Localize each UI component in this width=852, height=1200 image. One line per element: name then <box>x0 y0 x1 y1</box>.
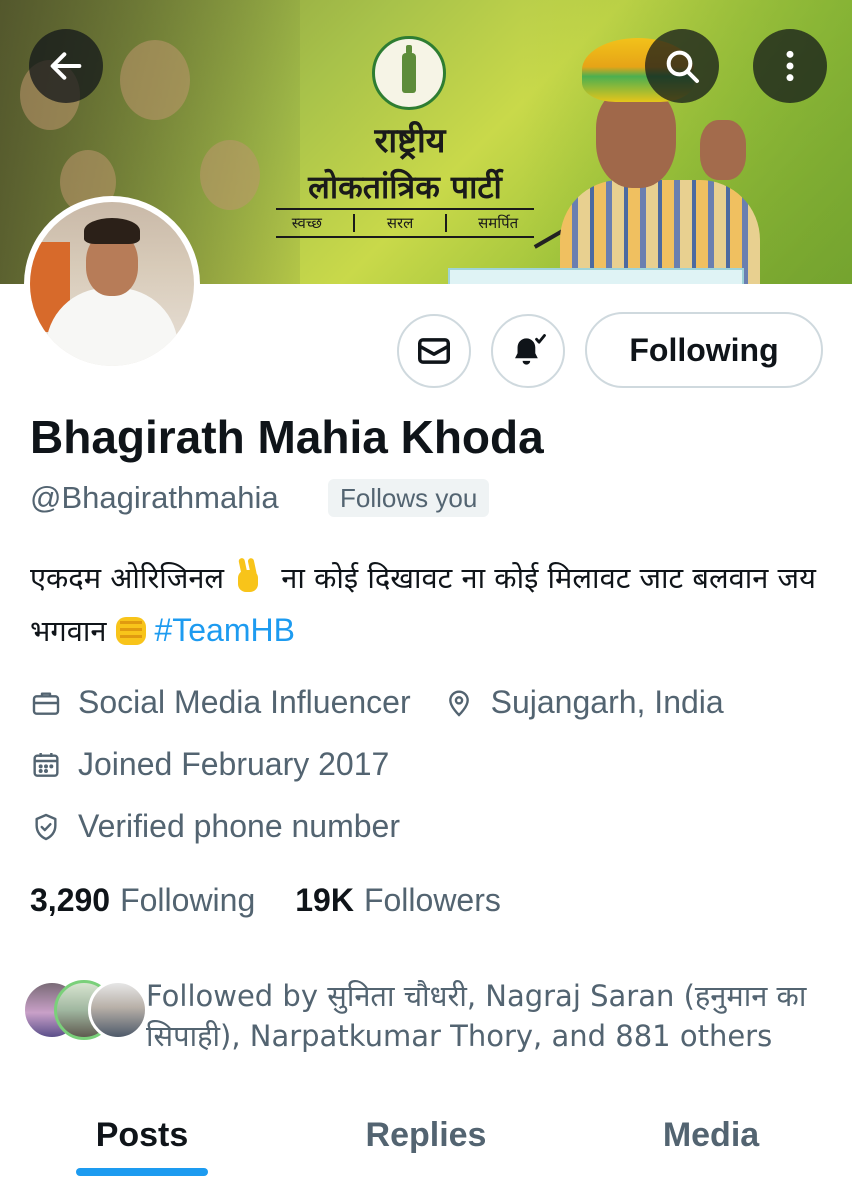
following-button[interactable]: Following <box>585 312 823 388</box>
followers-label: Followers <box>363 882 501 918</box>
avatar <box>88 980 148 1040</box>
followed-by-text[interactable]: Followed by सुनिता चौधरी, Nagraj Saran (… <box>146 976 826 1056</box>
arrow-left-icon <box>50 52 82 80</box>
tab-replies[interactable]: Replies <box>348 1090 504 1180</box>
search-icon <box>666 50 699 83</box>
raised-fist-emoji <box>112 611 148 647</box>
followers-count: 19K <box>295 882 354 918</box>
envelope-icon <box>418 338 450 364</box>
back-button[interactable] <box>29 29 103 103</box>
hashtag-link[interactable]: #TeamHB <box>154 612 295 648</box>
profile-display-name: Bhagirath Mahia Khoda <box>30 411 544 463</box>
notifications-button[interactable] <box>491 314 565 388</box>
profile-joined-date: Joined February 2017 <box>78 746 390 782</box>
party-tagline: स्वच्छ सरल समर्पित <box>276 208 534 238</box>
tab-label: Media <box>662 1115 760 1154</box>
profile-category: Social Media Influencer <box>78 684 411 720</box>
profile-location: Sujangarh, India <box>490 684 724 720</box>
more-vertical-icon <box>786 50 794 82</box>
party-name-line1: राष्ट्रीय <box>374 121 446 161</box>
victory-hand-emoji <box>230 558 266 594</box>
briefcase-icon <box>32 691 60 715</box>
tab-label: Posts <box>95 1115 189 1154</box>
profile-stats: 3,290 Following 19K Followers <box>30 882 541 919</box>
profile-tabs: Posts Replies Media <box>0 1090 852 1200</box>
active-tab-indicator <box>76 1168 208 1176</box>
tagline-word: स्वच्छ <box>291 214 322 232</box>
location-pin-icon <box>448 689 469 717</box>
bio-text: एकदम ओरिजिनल <box>30 561 225 595</box>
more-button[interactable] <box>753 29 827 103</box>
profile-avatar[interactable] <box>24 196 200 372</box>
profile-meta-row: Social Media Influencer Sujangarh, India <box>30 684 724 721</box>
follows-you-badge: Follows you <box>328 479 490 517</box>
verified-phone-label: Verified phone number <box>78 808 400 844</box>
followed-by-avatars[interactable] <box>22 980 148 1044</box>
tab-media[interactable]: Media <box>645 1090 777 1180</box>
calendar-icon <box>33 752 59 777</box>
following-label: Following <box>120 882 256 918</box>
message-button[interactable] <box>397 314 471 388</box>
profile-meta-row: Joined February 2017 <box>30 746 389 783</box>
party-logo <box>372 36 446 110</box>
tagline-word: सरल <box>386 214 414 232</box>
search-button[interactable] <box>645 29 719 103</box>
tab-label: Replies <box>365 1115 487 1154</box>
followers-stat-link[interactable]: 19K Followers <box>295 882 501 919</box>
following-stat-link[interactable]: 3,290 Following <box>30 882 255 919</box>
profile-meta-row: Verified phone number <box>30 808 400 845</box>
profile-handle: @Bhagirathmahia <box>30 480 279 515</box>
tagline-word: समर्पित <box>478 214 519 232</box>
profile-bio: एकदम ओरिजिनल ना कोई दिखावट ना कोई मिलावट… <box>30 552 830 657</box>
tab-posts[interactable]: Posts <box>76 1090 208 1180</box>
bell-check-icon <box>515 334 546 365</box>
following-count: 3,290 <box>30 882 111 918</box>
party-name-line2: लोकतांत्रिक पार्टी <box>308 168 502 206</box>
shield-check-icon <box>35 813 57 840</box>
